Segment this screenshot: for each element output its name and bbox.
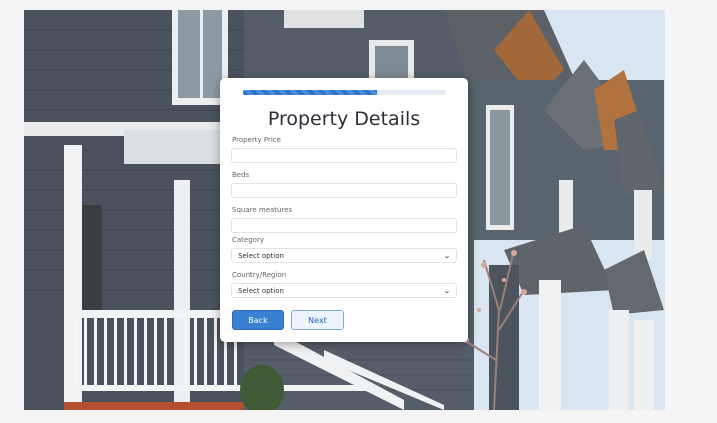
progress-bar <box>243 90 446 95</box>
chevron-down-icon: ⌄ <box>443 251 451 260</box>
category-selected-value: Select option <box>238 251 284 260</box>
beds-input[interactable] <box>231 183 457 198</box>
category-label: Category <box>232 236 264 244</box>
square-measures-input[interactable] <box>231 218 457 233</box>
country-region-selected-value: Select option <box>238 286 284 295</box>
progress-fill <box>243 90 377 95</box>
form-title: Property Details <box>267 108 421 130</box>
country-region-select[interactable]: Select option ⌄ <box>231 283 457 298</box>
beds-label: Beds <box>232 171 250 179</box>
chevron-down-icon: ⌄ <box>443 286 451 295</box>
property-details-card: Property Details Property Price Beds Squ… <box>220 78 468 342</box>
country-region-label: Country/Region <box>232 271 287 279</box>
property-price-label: Property Price <box>232 136 281 144</box>
square-measures-label: Square meatures <box>232 206 293 214</box>
back-button[interactable]: Back <box>232 310 284 330</box>
property-price-input[interactable] <box>231 148 457 163</box>
category-select[interactable]: Select option ⌄ <box>231 248 457 263</box>
next-button[interactable]: Next <box>291 310 344 330</box>
